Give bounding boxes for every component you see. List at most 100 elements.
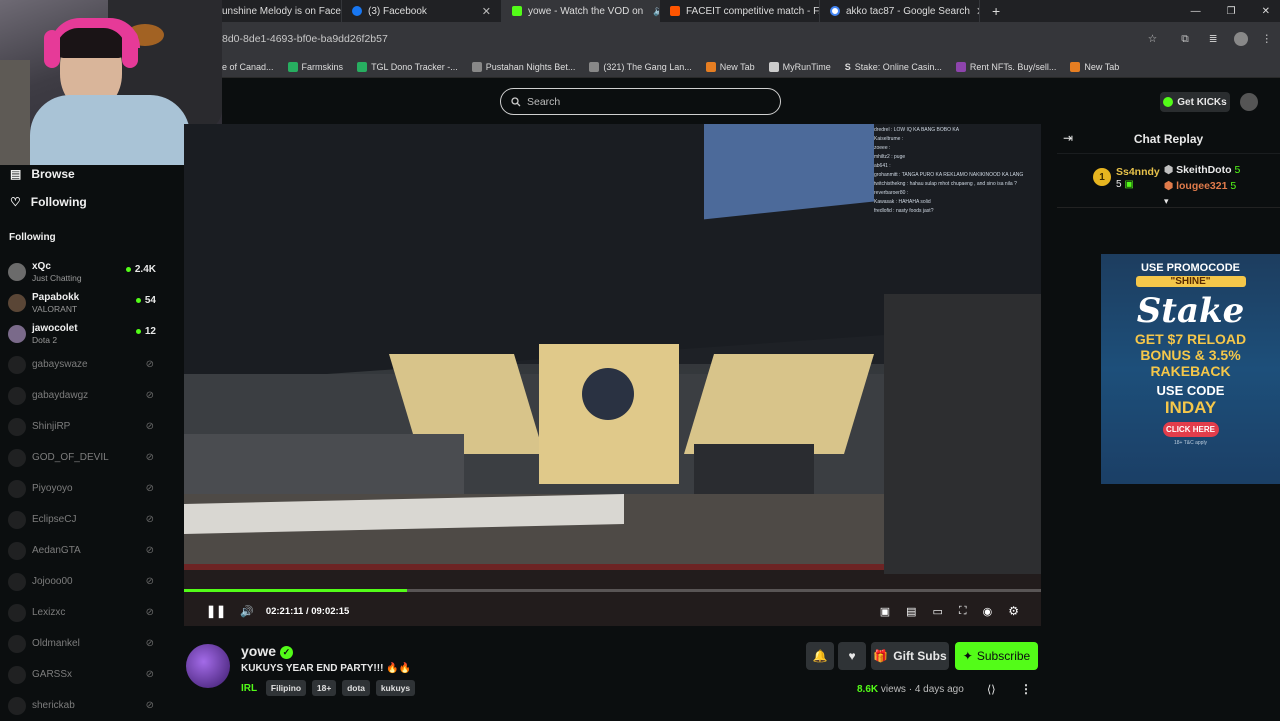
browser-tab-3[interactable]: yowe - Watch the VOD on 🔈 ✕ — [502, 0, 660, 22]
maximize-icon[interactable]: ❐ — [1227, 6, 1236, 17]
browser-tab-4[interactable]: FACEIT competitive match - FA ✕ — [660, 0, 820, 22]
window-close-icon[interactable]: ✕ — [1262, 6, 1270, 17]
extensions-icon[interactable]: ⧉ — [1181, 33, 1189, 46]
bookmark-item[interactable]: S Stake: Online Casin... — [845, 62, 942, 72]
user-avatar[interactable] — [1240, 93, 1258, 111]
streamer-name[interactable]: yowe ✓ — [241, 643, 293, 659]
sidebar-channel-item[interactable]: Oldmankel ⊘ — [0, 628, 170, 659]
bookmark-item[interactable]: e of Canad... — [222, 62, 274, 72]
facebook-icon — [352, 6, 362, 16]
close-icon[interactable]: ✕ — [482, 5, 491, 18]
close-icon[interactable]: ✕ — [976, 5, 979, 18]
heart-icon: ♡ — [10, 195, 21, 209]
leader-entry[interactable]: ⬢ SkeithDoto 5 — [1164, 164, 1240, 176]
bookmark-item[interactable]: TGL Dono Tracker -... — [357, 61, 458, 72]
theater-icon[interactable]: ▤ — [906, 605, 916, 618]
leader-entry[interactable]: ⬢ lougee321 5 — [1164, 180, 1236, 192]
channel-avatar — [8, 479, 26, 498]
profile-avatar[interactable] — [1233, 32, 1248, 46]
channel-name: sherickab — [32, 700, 75, 711]
bookmark-item[interactable]: New Tab — [705, 61, 755, 72]
channel-text: EclipseCJ — [32, 514, 76, 525]
streamer-avatar[interactable] — [186, 644, 230, 688]
sidebar-item-following[interactable]: ♡ Following — [0, 188, 170, 216]
sidebar-channel-item[interactable]: Jojooo00 ⊘ — [0, 566, 170, 597]
sidebar-channel-item[interactable]: GARSSx ⊘ — [0, 659, 170, 690]
sidebar-channel-item[interactable]: AedanGTA ⊘ — [0, 535, 170, 566]
sidebar-channel-item[interactable]: Papabokk VALORANT 54 — [0, 287, 170, 318]
channel-name: xQc — [32, 260, 51, 272]
offline-icon: ⊘ — [145, 545, 154, 556]
sidebar-channel-item[interactable]: Lexizxc ⊘ — [0, 597, 170, 628]
bookmark-label: (321) The Gang Lan... — [603, 61, 692, 72]
subscribe-button[interactable]: ✦ Subscribe — [955, 642, 1038, 670]
category-link[interactable]: IRL — [241, 683, 257, 694]
sidebar-channel-item[interactable]: EclipseCJ ⊘ — [0, 504, 170, 535]
rank-badge: 1 — [1093, 168, 1111, 186]
leader-count-value: 5 — [1234, 164, 1241, 176]
channel-avatar — [8, 355, 26, 374]
bookmark-item[interactable]: Pustahan Nights Bet... — [471, 61, 575, 72]
gift-leaderboard: 1 Ss4nndy 5 ▣ ⬢ SkeithDoto 5 ⬢ lougee321… — [1057, 156, 1280, 208]
url-text[interactable]: 8d0-8de1-4693-bf0e-ba9dd26f2b57 — [222, 33, 388, 45]
share-icon[interactable]: ⟨⟩ — [987, 683, 996, 696]
notification-bell-button[interactable]: 🔔 — [806, 642, 834, 670]
sidebar-channel-item[interactable]: gabayswaze ⊘ — [0, 349, 170, 380]
bookmark-item[interactable]: Farmskins — [287, 61, 343, 72]
sidebar-channel-item[interactable]: jawocolet Dota 2 12 — [0, 318, 170, 349]
bookmark-item[interactable]: MyRunTime — [768, 61, 831, 72]
channel-name: ShinjiRP — [32, 421, 71, 432]
chevron-down-icon[interactable]: ▾ — [1164, 196, 1169, 207]
follow-heart-button[interactable]: ♥ — [838, 642, 866, 670]
get-kicks-button[interactable]: Get KICKs — [1160, 92, 1230, 112]
channel-text: GARSSx — [32, 669, 72, 680]
channel-avatar — [8, 696, 26, 715]
menu-icon[interactable]: ⋮ — [1262, 33, 1273, 45]
captions-icon[interactable]: ▭ — [933, 605, 943, 618]
sidebar: ▤ Browse ♡ Following Following xQc Just Cha… — [0, 124, 170, 720]
tag-pill[interactable]: kukuys — [375, 680, 416, 696]
media-icon[interactable]: ≣ — [1209, 33, 1218, 45]
fullscreen-icon[interactable]: ⛶ — [959, 605, 967, 618]
sidebar-channel-item[interactable]: gabaydawgz ⊘ — [0, 380, 170, 411]
bookmark-star-icon[interactable]: ☆ — [1148, 33, 1157, 45]
channel-text: xQc Just Chatting — [32, 261, 82, 283]
sidebar-channel-item[interactable]: sherickab ⊘ — [0, 690, 170, 721]
speaker-icon[interactable]: 🔈 — [653, 6, 659, 17]
new-tab-icon[interactable]: + — [992, 3, 1000, 19]
volume-icon[interactable]: 🔊 — [240, 605, 254, 618]
tab-label: (3) Facebook — [368, 5, 427, 17]
pause-icon[interactable]: ❚❚ — [206, 604, 226, 618]
sidebar-channel-item[interactable]: ShinjiRP ⊘ — [0, 411, 170, 442]
leader-count-value: 5 — [1230, 180, 1237, 192]
bookmark-item[interactable]: New Tab — [1070, 61, 1119, 72]
search-input[interactable]: Search — [500, 88, 781, 115]
speed-icon[interactable]: ◉ — [983, 605, 993, 618]
settings-gear-icon[interactable]: ⚙ — [1008, 604, 1019, 618]
progress-bar[interactable] — [184, 589, 1041, 592]
sidebar-channel-item[interactable]: Piyoyoyo ⊘ — [0, 473, 170, 504]
bookmark-item[interactable]: Rent NFTs. Buy/sell... — [955, 61, 1056, 72]
leader-count: 5 ▣ — [1116, 179, 1134, 190]
sidebar-channel-item[interactable]: xQc Just Chatting 2.4K — [0, 256, 170, 287]
ad-cta-button[interactable]: CLICK HERE — [1162, 422, 1219, 437]
leader-name[interactable]: Ss4nndy — [1116, 166, 1160, 178]
gift-icon: ▣ — [1124, 179, 1134, 190]
browser-tab-5[interactable]: akko tac87 - Google Search ✕ — [820, 0, 980, 22]
overlay-line: dredrel : LOW IQ KA BANG BOBO KA — [874, 127, 960, 133]
miniplayer-icon[interactable]: ▣ — [880, 605, 890, 618]
minimize-icon[interactable]: — — [1191, 6, 1201, 17]
tag-pill[interactable]: dota — [342, 680, 371, 696]
bookmark-item[interactable]: (321) The Gang Lan... — [589, 61, 692, 72]
more-options-icon[interactable]: ⋮ — [1020, 682, 1032, 696]
channel-name: GOD_OF_DEVIL — [32, 452, 109, 463]
tag-pill[interactable]: Filipino — [265, 680, 307, 696]
browser-tab-2[interactable]: (3) Facebook ✕ — [342, 0, 502, 22]
gift-subs-button[interactable]: 🎁 Gift Subs — [871, 642, 949, 670]
stake-ad-banner[interactable]: USE PROMOCODE "SHINE" Stake GET $7 RELOA… — [1101, 254, 1280, 484]
ad-fine-print: 18+ T&C apply — [1173, 440, 1208, 446]
sidebar-channel-item[interactable]: GOD_OF_DEVIL ⊘ — [0, 442, 170, 473]
tag-pill[interactable]: 18+ — [311, 680, 337, 696]
channel-text: Lexizxc — [32, 607, 65, 618]
video-player[interactable]: dredrel : LOW IQ KA BANG BOBO KA Kaiselt… — [184, 124, 1041, 626]
